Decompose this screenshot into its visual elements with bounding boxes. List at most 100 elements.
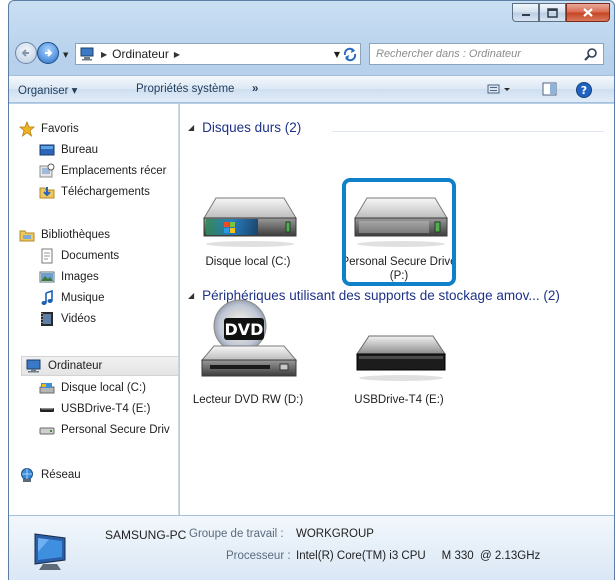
nav-item-usb-drive-label: USBDrive-T4 (E:) bbox=[61, 403, 151, 415]
computer-name: SAMSUNG-PC bbox=[105, 528, 187, 542]
breadcrumb-separator-icon[interactable]: ▶ bbox=[174, 50, 180, 59]
nav-item-usb-drive[interactable]: USBDrive-T4 (E:) bbox=[39, 399, 150, 419]
breadcrumb-computer[interactable]: Ordinateur bbox=[112, 47, 169, 61]
nav-item-documents[interactable]: Documents bbox=[39, 246, 119, 266]
close-icon bbox=[583, 8, 593, 17]
nav-item-local-disk[interactable]: Disque local (C:) bbox=[39, 378, 146, 398]
nav-item-desktop[interactable]: Bureau bbox=[39, 140, 98, 160]
nav-item-personal-secure-drive[interactable]: Personal Secure Driv bbox=[39, 420, 170, 440]
nav-item-downloads-label: Téléchargements bbox=[61, 186, 150, 198]
collapse-triangle-icon[interactable]: ◢ bbox=[188, 123, 194, 132]
breadcrumb-separator-icon[interactable]: ▶ bbox=[101, 50, 107, 59]
nav-libraries[interactable]: Bibliothèques bbox=[19, 225, 110, 245]
explorer-window: ▼ ▶ Ordinateur ▶ ▼ Rechercher dans : Ord… bbox=[8, 0, 615, 580]
drive-local-disk-c-label: Disque local (C:) bbox=[205, 256, 291, 268]
details-pane: SAMSUNG-PC Groupe de travail : WORKGROUP… bbox=[9, 515, 614, 580]
nav-item-pictures[interactable]: Images bbox=[39, 267, 99, 287]
recent-places-icon bbox=[39, 163, 55, 178]
processor-key: Processeur : bbox=[226, 550, 291, 562]
libraries-icon bbox=[19, 230, 35, 242]
close-button[interactable] bbox=[566, 3, 610, 22]
nav-item-recent-places-label: Emplacements récer bbox=[61, 165, 167, 177]
star-icon bbox=[19, 121, 35, 137]
nav-item-personal-secure-drive-label: Personal Secure Driv bbox=[61, 424, 170, 436]
workgroup-key: Groupe de travail : bbox=[189, 528, 284, 540]
refresh-icon bbox=[343, 47, 357, 62]
group-header-hard-disks[interactable]: ◢ Disques durs (2) bbox=[188, 120, 301, 135]
group-header-hard-disks-label: Disques durs (2) bbox=[202, 120, 302, 135]
svg-text:DVD: DVD bbox=[225, 320, 264, 339]
videos-icon bbox=[41, 312, 53, 326]
nav-item-desktop-label: Bureau bbox=[61, 144, 99, 156]
group-divider bbox=[332, 131, 604, 132]
nav-computer[interactable]: Ordinateur bbox=[21, 356, 178, 376]
minimize-icon bbox=[521, 13, 530, 16]
drive-dvd-rw-d[interactable]: DVD Lecteur DVD RW (D:) bbox=[189, 299, 307, 432]
maximize-button[interactable] bbox=[539, 3, 566, 22]
search-placeholder: Rechercher dans : Ordinateur bbox=[376, 48, 521, 60]
nav-network[interactable]: Réseau bbox=[19, 465, 81, 485]
command-bar: Organiser ▾ Propriétés système » ? bbox=[9, 75, 614, 103]
refresh-button[interactable] bbox=[342, 46, 358, 62]
back-button[interactable] bbox=[15, 42, 37, 64]
documents-icon bbox=[41, 248, 53, 264]
computer-icon bbox=[80, 47, 94, 61]
drive-usb-e[interactable]: USBDrive-T4 (E:) bbox=[340, 322, 458, 432]
nav-item-recent-places[interactable]: Emplacements récer bbox=[39, 161, 166, 181]
organise-button[interactable]: Organiser ▾ bbox=[18, 83, 77, 97]
hard-drive-icon bbox=[39, 427, 55, 435]
address-dropdown-icon[interactable]: ▼ bbox=[334, 50, 340, 59]
nav-computer-label: Ordinateur bbox=[48, 360, 103, 372]
workgroup-value: WORKGROUP bbox=[296, 528, 374, 540]
usb-drive-icon bbox=[40, 408, 54, 412]
pictures-icon bbox=[39, 271, 55, 283]
nav-favorites[interactable]: Favoris bbox=[19, 119, 79, 139]
maximize-icon bbox=[547, 7, 558, 18]
preview-pane-icon[interactable] bbox=[541, 81, 559, 97]
computer-icon bbox=[26, 359, 41, 373]
help-icon[interactable]: ? bbox=[575, 81, 593, 99]
view-options-icon[interactable] bbox=[486, 81, 512, 97]
hard-drive-windows-icon bbox=[203, 197, 297, 247]
search-input[interactable]: Rechercher dans : Ordinateur bbox=[369, 43, 604, 65]
local-disk-icon bbox=[39, 383, 55, 394]
svg-text:?: ? bbox=[581, 84, 587, 97]
minimize-button[interactable] bbox=[512, 3, 539, 22]
content-pane: ◢ Disques durs (2) Disque local (C:) Per… bbox=[180, 104, 614, 515]
nav-item-local-disk-label: Disque local (C:) bbox=[61, 382, 146, 394]
navigation-bar: ▼ ▶ Ordinateur ▶ ▼ Rechercher dans : Ord… bbox=[9, 39, 614, 69]
dvd-drive-icon: DVD bbox=[200, 299, 298, 377]
downloads-folder-icon bbox=[39, 187, 55, 199]
nav-favorites-label: Favoris bbox=[41, 123, 79, 135]
nav-item-music-label: Musique bbox=[61, 292, 105, 304]
caption-buttons bbox=[512, 3, 610, 22]
search-icon[interactable] bbox=[584, 47, 598, 61]
desktop-icon bbox=[39, 144, 55, 156]
drive-local-disk-c[interactable]: Disque local (C:) bbox=[189, 184, 307, 294]
more-commands-button[interactable]: » bbox=[252, 83, 258, 95]
selection-highlight bbox=[342, 178, 456, 286]
nav-item-downloads[interactable]: Téléchargements bbox=[39, 182, 150, 202]
collapse-triangle-icon[interactable]: ◢ bbox=[188, 291, 194, 300]
forward-arrow-icon bbox=[45, 49, 53, 57]
back-arrow-icon bbox=[21, 49, 29, 57]
nav-item-videos[interactable]: Vidéos bbox=[39, 309, 96, 329]
nav-item-music[interactable]: Musique bbox=[39, 288, 104, 308]
system-properties-button[interactable]: Propriétés système bbox=[136, 83, 234, 95]
computer-icon bbox=[34, 533, 66, 570]
address-bar[interactable]: ▶ Ordinateur ▶ ▼ bbox=[75, 43, 361, 65]
drive-usb-e-label: USBDrive-T4 (E:) bbox=[354, 394, 444, 406]
forward-button[interactable] bbox=[37, 42, 59, 64]
usb-drive-icon bbox=[356, 335, 446, 381]
nav-item-videos-label: Vidéos bbox=[61, 313, 96, 325]
navigation-pane: Favoris Bureau Emplacements récer Téléch… bbox=[9, 104, 179, 515]
recent-pages-dropdown[interactable]: ▼ bbox=[63, 51, 68, 59]
processor-value: Intel(R) Core(TM) i3 CPU M 330 @ 2.13GHz bbox=[296, 550, 541, 562]
drive-dvd-rw-d-label: Lecteur DVD RW (D:) bbox=[192, 394, 304, 406]
nav-item-pictures-label: Images bbox=[61, 271, 99, 283]
nav-libraries-label: Bibliothèques bbox=[41, 229, 111, 241]
music-icon bbox=[41, 290, 53, 305]
nav-item-documents-label: Documents bbox=[61, 250, 120, 262]
network-icon bbox=[21, 468, 33, 482]
nav-network-label: Réseau bbox=[41, 469, 81, 481]
